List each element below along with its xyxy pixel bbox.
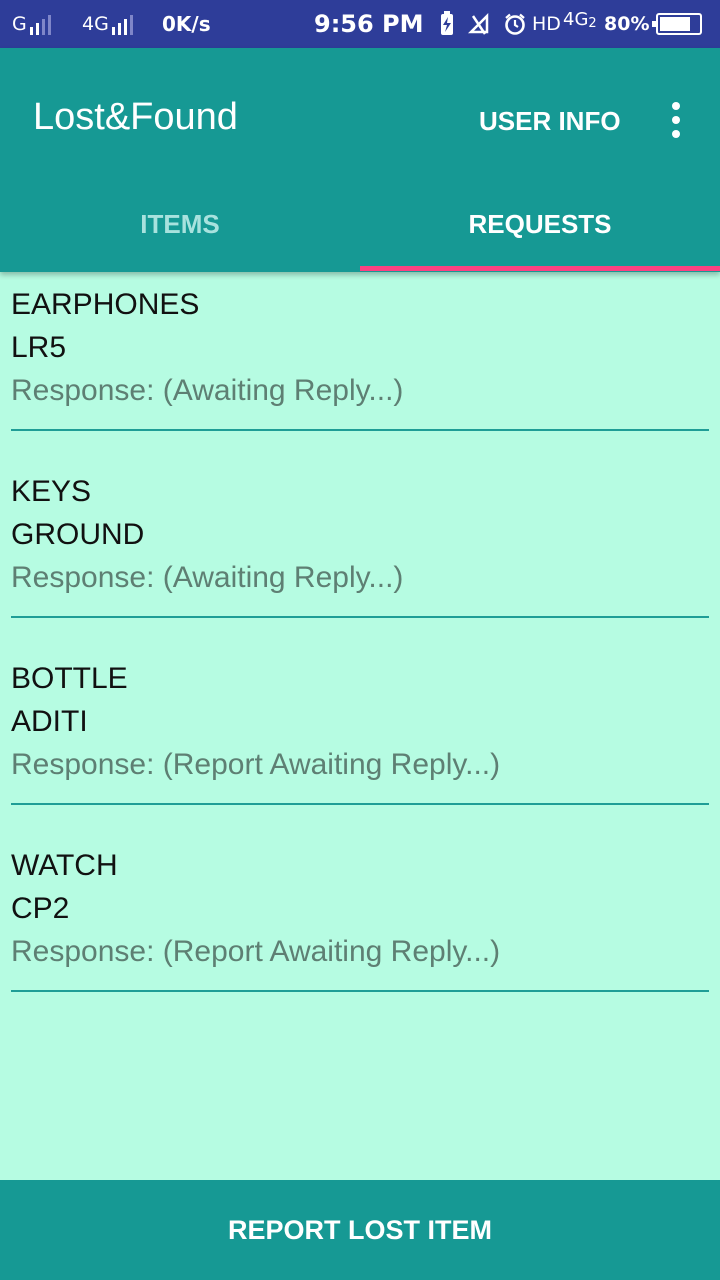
more-vert-icon[interactable] [660, 98, 692, 142]
request-item-watch[interactable]: WATCH CP2 Response: (Report Awaiting Rep… [0, 833, 720, 1020]
list-divider [11, 803, 709, 805]
request-item-earphones[interactable]: EARPHONES LR5 Response: (Awaiting Reply.… [0, 272, 720, 459]
request-item-response: Response: (Report Awaiting Reply...) [11, 935, 501, 968]
list-divider [11, 990, 709, 992]
report-lost-item-button[interactable]: REPORT LOST ITEM [0, 1180, 720, 1280]
battery-percent: 80% [604, 13, 650, 35]
tab-requests-label: REQUESTS [468, 208, 612, 239]
clock: 9:56 PM [314, 10, 424, 38]
hd-label: HD [532, 13, 561, 35]
user-info-button[interactable]: USER INFO [479, 106, 621, 137]
request-item-place: GROUND [11, 518, 145, 551]
signal-bars-icon [29, 13, 51, 35]
tab-requests[interactable]: REQUESTS [360, 176, 720, 272]
network-speed: 0K/s [162, 12, 211, 36]
sim2-label: 4G [82, 13, 109, 35]
status-bar: G 4G 0K/s 9:56 PM HD 4G 2 80% [0, 0, 720, 48]
request-item-place: CP2 [11, 892, 70, 925]
charging-icon [438, 0, 456, 48]
request-item-place: LR5 [11, 331, 67, 364]
request-item-name: BOTTLE [11, 662, 128, 695]
list-divider [11, 616, 709, 618]
request-item-keys[interactable]: KEYS GROUND Response: (Awaiting Reply...… [0, 459, 720, 646]
report-lost-item-label: REPORT LOST ITEM [227, 1214, 492, 1245]
requests-list: EARPHONES LR5 Response: (Awaiting Reply.… [0, 272, 720, 1020]
tab-selected-indicator [360, 266, 720, 271]
mute-icon [467, 0, 491, 48]
request-item-response: Response: (Awaiting Reply...) [11, 374, 404, 407]
alarm-icon [503, 0, 527, 48]
request-item-name: KEYS [11, 475, 92, 508]
request-item-bottle[interactable]: BOTTLE ADITI Response: (Report Awaiting … [0, 646, 720, 833]
request-item-response: Response: (Awaiting Reply...) [11, 561, 404, 594]
signal-bars-icon [111, 13, 133, 35]
tab-items-label: ITEMS [140, 208, 220, 239]
list-divider [11, 429, 709, 431]
sim2-signal: 4G [82, 0, 133, 48]
request-item-response: Response: (Report Awaiting Reply...) [11, 748, 501, 781]
app-bar: Lost&Found USER INFO ITEMS REQUESTS [0, 48, 720, 272]
battery-icon [652, 13, 702, 35]
network-sim-index: 2 [588, 16, 597, 31]
request-item-name: WATCH [11, 849, 118, 882]
request-item-place: ADITI [11, 705, 88, 738]
app-title: Lost&Found [33, 96, 238, 138]
tab-items[interactable]: ITEMS [0, 176, 360, 272]
sim1-signal: G [12, 0, 51, 48]
sim1-label: G [12, 13, 27, 35]
network-type: 4G 2 [563, 0, 597, 48]
network-type-label: 4G [563, 9, 589, 30]
request-item-name: EARPHONES [11, 288, 200, 321]
